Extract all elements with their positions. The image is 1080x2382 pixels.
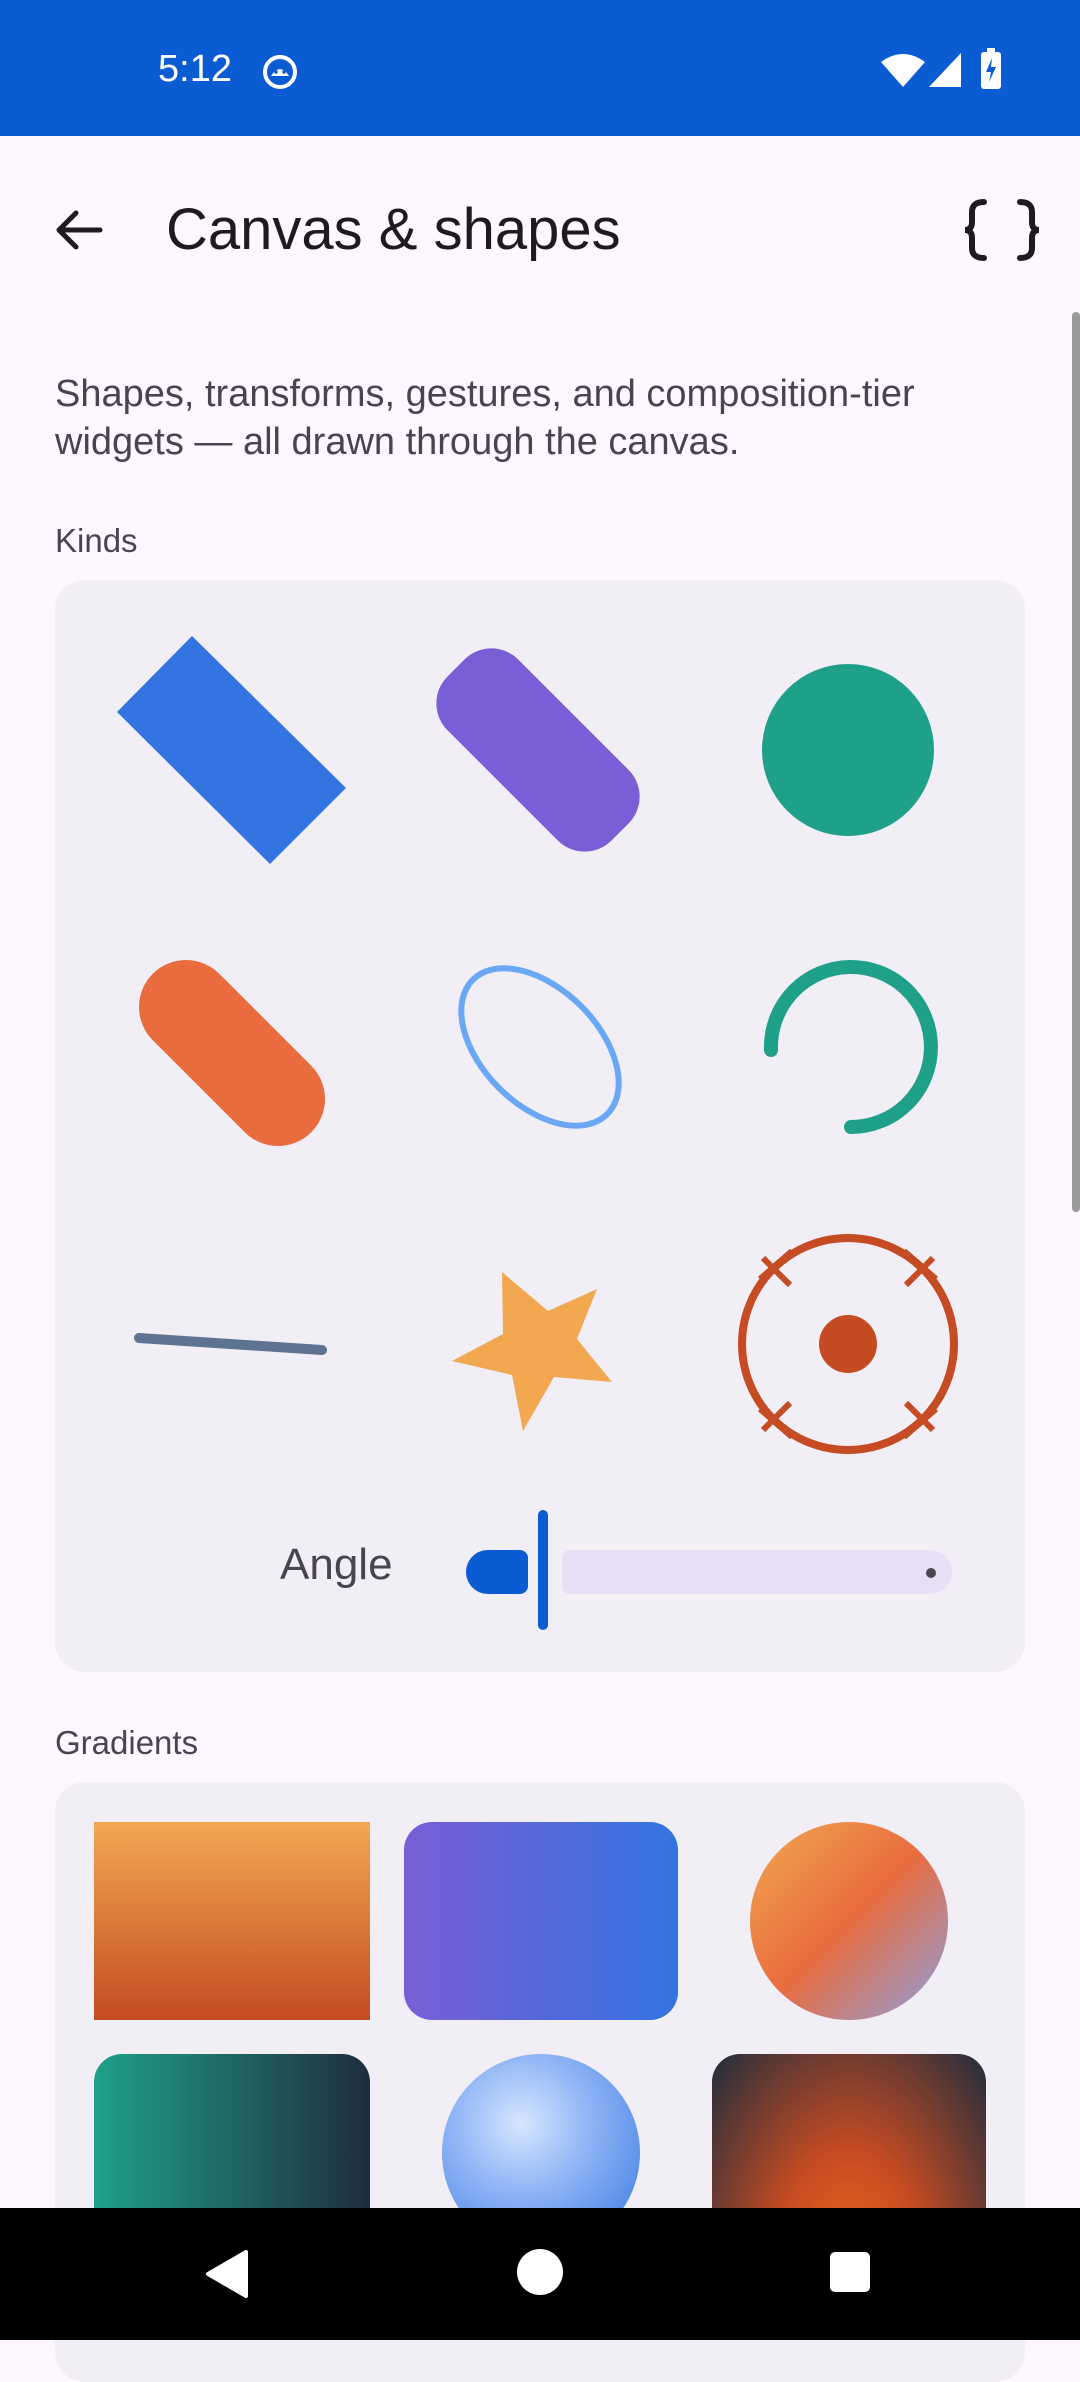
system-navigation-bar [0, 2208, 1080, 2340]
gradients-section-label: Gradients [55, 1724, 199, 1761]
oval-outline-shape [458, 965, 622, 1129]
angle-slider[interactable] [462, 1510, 952, 1630]
capsule-shape [139, 960, 325, 1146]
rounded-rectangle-shape [436, 648, 640, 852]
slider-active-track [466, 1550, 528, 1594]
slider-stop-indicator [926, 1568, 936, 1578]
nav-back-icon[interactable] [204, 2248, 250, 2300]
crosshair-target-shape [738, 1234, 958, 1454]
circle-shape [762, 664, 934, 836]
rectangle-shape [117, 636, 346, 864]
line-shape [134, 1333, 327, 1355]
slider-inactive-track [562, 1550, 952, 1594]
nav-recents-icon[interactable] [828, 2250, 872, 2294]
gradient-swatch-diagonal-circle [750, 1822, 948, 2020]
gradient-swatch-vertical-orange [94, 1822, 370, 2020]
shapes-canvas[interactable] [0, 0, 1080, 1500]
gradient-swatch-violet-blue [404, 1822, 678, 2020]
slider-thumb[interactable] [538, 1510, 548, 1630]
angle-label: Angle [280, 1540, 393, 1589]
nav-home-icon[interactable] [516, 2248, 564, 2296]
arc-shape [763, 960, 938, 1134]
star-shape [452, 1272, 612, 1431]
